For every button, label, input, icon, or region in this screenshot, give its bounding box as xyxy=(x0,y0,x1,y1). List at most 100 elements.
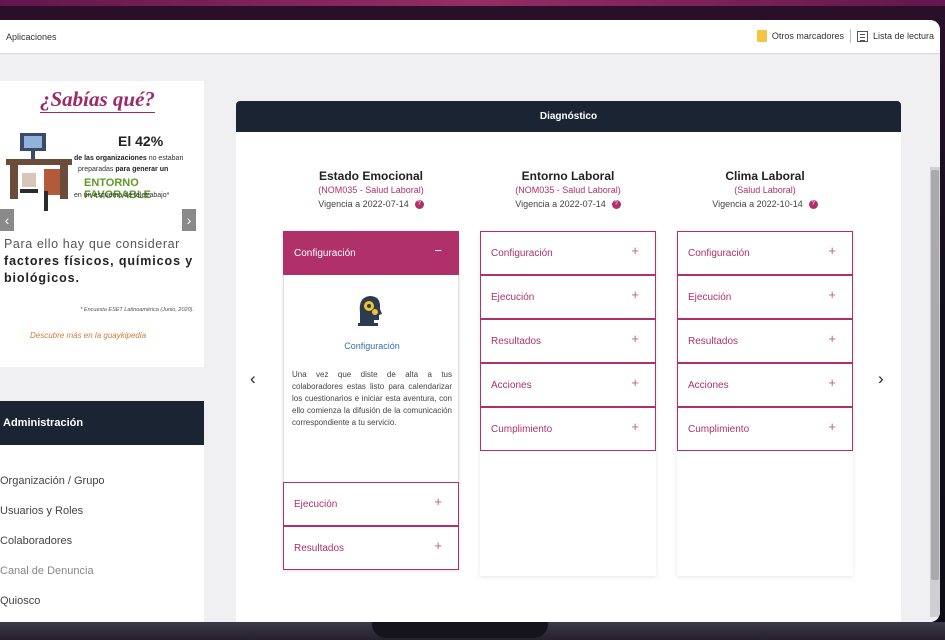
expand-icon: + xyxy=(828,419,836,434)
folder-icon xyxy=(756,30,767,42)
ad-next-arrow-icon[interactable]: › xyxy=(182,209,196,231)
column-title: Clima Laboral xyxy=(725,169,805,183)
admin-header: Administración xyxy=(0,401,204,445)
diagnostico-header: Diagnóstico xyxy=(236,101,901,132)
reading-list-icon xyxy=(856,30,868,42)
ad-source: * Encuesta ESET Latinoamérica (Junio, 20… xyxy=(80,307,194,313)
ad-line-2-text: preparadas xyxy=(78,166,114,173)
ad-line-2-bold: para generar un xyxy=(113,166,169,173)
ad-line-1: de las organizaciones no estaban xyxy=(74,155,183,162)
accordion-item-cumplimiento[interactable]: Cumplimiento + xyxy=(480,407,656,451)
accordion-body: Configuración Una vez que diste de alta … xyxy=(283,275,459,482)
other-bookmarks-label: Otros marcadores xyxy=(771,31,844,41)
admin-item-usuarios[interactable]: Usuarios y Roles xyxy=(0,505,83,517)
accordion-figure-caption: Configuración xyxy=(344,341,400,351)
bookmarks-separator xyxy=(849,29,851,43)
ad-text-3: biológicos. xyxy=(4,271,80,285)
ad-text-2: factores físicos, químicos y xyxy=(4,254,194,268)
accordion-item-resultados[interactable]: Resultados + xyxy=(283,526,459,570)
accordion-item-ejecucion[interactable]: Ejecución + xyxy=(677,275,853,319)
expand-icon: + xyxy=(631,243,639,258)
diagnostico-panel: Diagnóstico ‹ › Estado Emocional (NOM035… xyxy=(236,101,901,622)
browser-window: Aplicaciones Otros marcadores Lista de l… xyxy=(0,20,940,622)
expand-icon: + xyxy=(631,287,639,302)
column-subtitle: (NOM035 - Salud Laboral) xyxy=(515,185,621,195)
column-vigencia: Vigencia a 2022-10-14? xyxy=(677,199,853,210)
expand-icon: + xyxy=(828,331,836,346)
ad-line-3: en un esquema de teletrabajo* xyxy=(74,192,170,199)
collapse-icon: − xyxy=(434,243,442,258)
accordion-label: Configuración xyxy=(491,248,553,259)
accordion-label: Resultados xyxy=(491,336,542,347)
accordion-item-configuracion[interactable]: Configuración + xyxy=(677,231,853,275)
ad-line-2: preparadas para generar un xyxy=(78,166,168,173)
accordion-label: Resultados xyxy=(294,543,345,554)
accordion: Configuración + Ejecución + Resultados +… xyxy=(677,231,853,576)
ad-title: ¿Sabías qué? xyxy=(40,87,155,113)
ad-line-1-rest: no estaban xyxy=(146,155,184,162)
accordion: Configuración − Configuración Una vez qu… xyxy=(283,231,459,570)
ad-line-1-bold: de las organizaciones xyxy=(74,155,147,162)
expand-icon: + xyxy=(434,538,442,553)
reading-list-label: Lista de lectura xyxy=(872,31,934,41)
info-icon[interactable]: ? xyxy=(414,200,424,210)
bookmarks-right: Otros marcadores Lista de lectura xyxy=(756,29,934,43)
accordion-label: Cumplimiento xyxy=(688,424,750,435)
carousel-next-icon[interactable]: › xyxy=(878,369,884,389)
accordion-item-resultados[interactable]: Resultados + xyxy=(677,319,853,363)
column-vigencia: Vigencia a 2022-07-14? xyxy=(480,199,656,210)
accordion-label: Acciones xyxy=(491,380,532,391)
vigencia-text: Vigencia a 2022-07-14 xyxy=(515,199,606,209)
info-icon[interactable]: ? xyxy=(611,200,621,210)
vigencia-text: Vigencia a 2022-10-14 xyxy=(712,199,803,209)
ad-percent: El 42% xyxy=(118,133,164,149)
accordion-label: Cumplimiento xyxy=(491,424,553,435)
accordion-item-configuracion[interactable]: Configuración − xyxy=(283,231,459,275)
vigencia-text: Vigencia a 2022-07-14 xyxy=(318,199,409,209)
ad-banner[interactable]: ¿Sabías qué? El 42% de las organizacione… xyxy=(0,81,204,367)
accordion-description: Una vez que diste de alta a tus colabora… xyxy=(292,370,452,427)
accordion: Configuración + Ejecución + Resultados +… xyxy=(480,231,656,576)
accordion-item-acciones[interactable]: Acciones + xyxy=(677,363,853,407)
accordion-label: Acciones xyxy=(688,380,729,391)
accordion-label: Ejecución xyxy=(491,292,535,303)
expand-icon: + xyxy=(631,331,639,346)
accordion-label: Configuración xyxy=(294,248,356,259)
device-frame-edge xyxy=(0,0,945,6)
ad-text-1: Para ello hay que considerar xyxy=(4,237,180,251)
other-bookmarks-button[interactable]: Otros marcadores xyxy=(756,30,844,42)
expand-icon: + xyxy=(828,375,836,390)
page-content: ¿Sabías qué? El 42% de las organizacione… xyxy=(0,55,940,622)
head-gears-icon xyxy=(358,296,382,326)
expand-icon: + xyxy=(631,419,639,434)
accordion-item-configuracion[interactable]: Configuración + xyxy=(480,231,656,275)
admin-item-colaboradores[interactable]: Colaboradores xyxy=(0,535,72,547)
accordion-item-ejecucion[interactable]: Ejecución + xyxy=(283,482,459,526)
accordion-item-resultados[interactable]: Resultados + xyxy=(480,319,656,363)
column-title: Entorno Laboral xyxy=(521,169,615,183)
accordion-item-ejecucion[interactable]: Ejecución + xyxy=(480,275,656,319)
accordion-label: Resultados xyxy=(688,336,739,347)
reading-list-button[interactable]: Lista de lectura xyxy=(856,30,934,42)
accordion-label: Ejecución xyxy=(294,499,338,510)
carousel-prev-icon[interactable]: ‹ xyxy=(250,369,256,389)
bookmark-apps[interactable]: Aplicaciones xyxy=(6,32,57,42)
device-notch xyxy=(372,622,548,638)
expand-icon: + xyxy=(828,287,836,302)
expand-icon: + xyxy=(434,494,442,509)
column-vigencia: Vigencia a 2022-07-14? xyxy=(283,199,459,210)
bookmarks-bar: Aplicaciones Otros marcadores Lista de l… xyxy=(0,20,940,54)
ad-cta-link[interactable]: Descubre más en la guaykipedia xyxy=(30,331,146,340)
accordion-label: Ejecución xyxy=(688,292,732,303)
accordion-item-cumplimiento[interactable]: Cumplimiento + xyxy=(677,407,853,451)
ad-prev-arrow-icon[interactable]: ‹ xyxy=(0,209,14,231)
column-title: Estado Emocional xyxy=(318,169,424,183)
admin-item-canal-denuncia[interactable]: Canal de Denuncia xyxy=(0,565,94,577)
accordion-item-acciones[interactable]: Acciones + xyxy=(480,363,656,407)
admin-item-organizacion[interactable]: Organización / Grupo xyxy=(0,475,105,487)
admin-panel: Administración Organización / Grupo Usua… xyxy=(0,401,204,622)
admin-item-quiosco[interactable]: Quiosco xyxy=(0,595,40,607)
expand-icon: + xyxy=(631,375,639,390)
info-icon[interactable]: ? xyxy=(808,200,818,210)
scrollbar-thumb[interactable] xyxy=(931,170,939,580)
